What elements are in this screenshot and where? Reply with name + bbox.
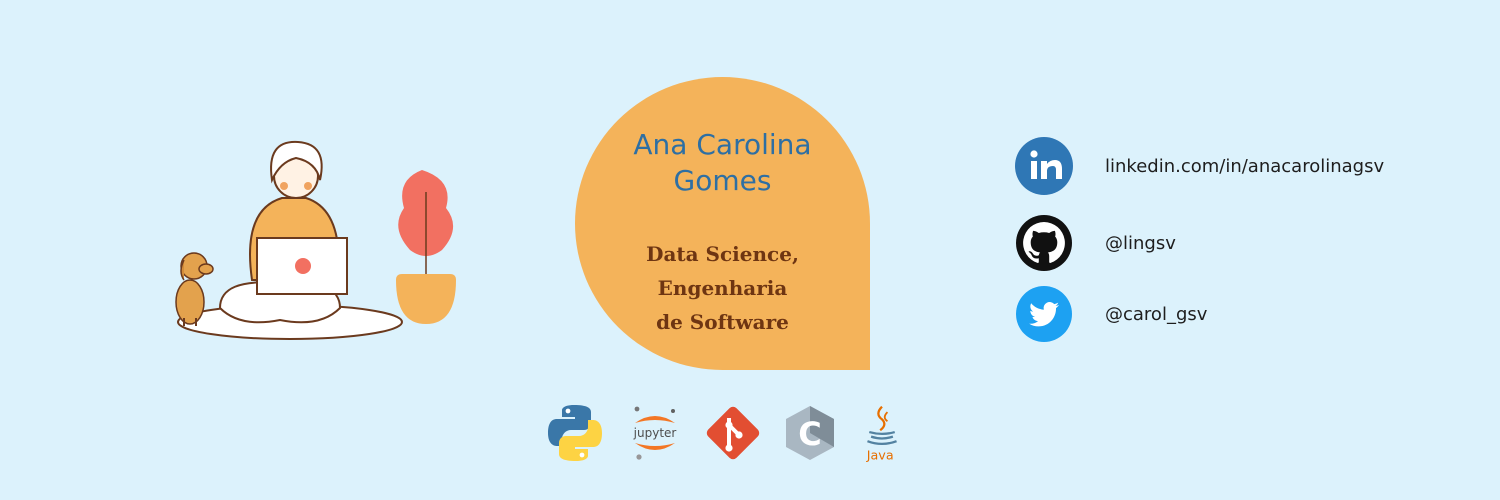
git-icon xyxy=(706,406,760,460)
github-handle: @lingsv xyxy=(1105,232,1176,254)
social-linkedin[interactable]: linkedin.com/in/anacarolinagsv xyxy=(1015,137,1384,195)
profile-bubble: Ana Carolina Gomes Data Science, Engenha… xyxy=(575,77,870,370)
jupyter-label: jupyter xyxy=(633,426,677,440)
jupyter-icon: jupyter xyxy=(633,406,677,460)
twitter-icon xyxy=(1016,286,1072,342)
profile-name: Ana Carolina Gomes xyxy=(633,128,812,197)
github-icon xyxy=(1016,215,1072,271)
profile-role: Data Science, Engenharia de Software xyxy=(646,242,799,334)
woman-laptop-illustration xyxy=(175,140,456,340)
c-language-icon: C xyxy=(786,406,834,460)
java-icon: Java xyxy=(866,405,897,462)
python-icon xyxy=(548,405,602,461)
linkedin-icon xyxy=(1015,137,1073,195)
plant xyxy=(396,170,456,324)
social-github[interactable]: @lingsv xyxy=(1015,214,1176,272)
laptop-logo xyxy=(295,258,311,274)
social-twitter[interactable]: @carol_gsv xyxy=(1015,285,1207,343)
linkedin-url: linkedin.com/in/anacarolinagsv xyxy=(1105,155,1385,177)
java-label: Java xyxy=(866,447,894,462)
c-letter: C xyxy=(798,415,821,453)
twitter-handle: @carol_gsv xyxy=(1105,303,1208,325)
